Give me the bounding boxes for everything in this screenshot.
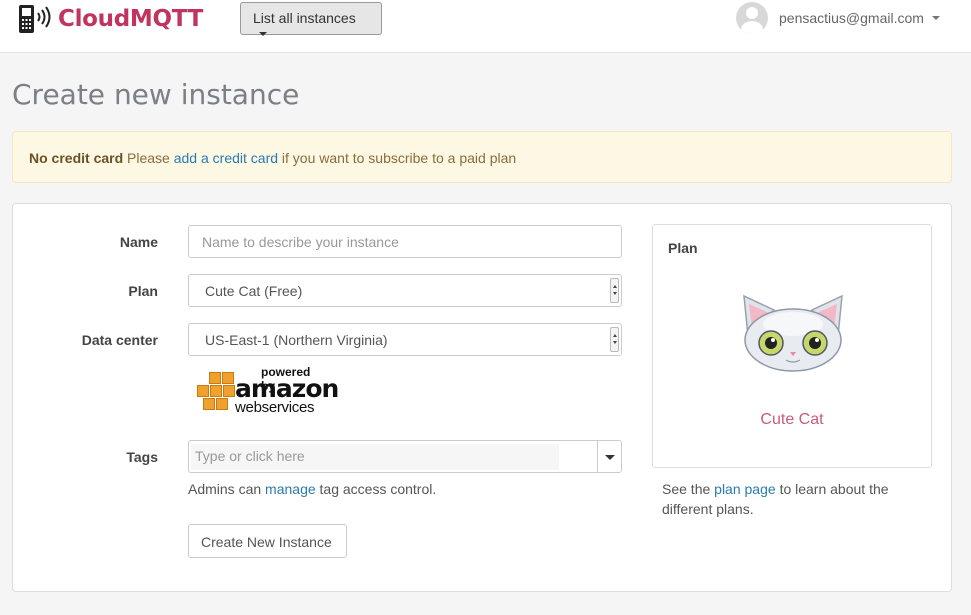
brand-name: CloudMQTT — [58, 6, 204, 32]
plan-select-value: Cute Cat (Free) — [205, 282, 303, 299]
caret-down-icon — [931, 16, 940, 20]
aws-cube-icon — [203, 398, 215, 410]
plan-select[interactable]: Cute Cat (Free) — [188, 274, 622, 307]
tags-dropdown-icon[interactable] — [605, 455, 615, 460]
aws-cube-icon — [210, 385, 222, 397]
tags-label: Tags — [126, 449, 158, 465]
aws-cube-icon — [197, 385, 209, 397]
datacenter-select[interactable]: US-East-1 (Northern Virginia) — [188, 323, 622, 356]
user-email: pensactius@gmail.com — [779, 10, 924, 26]
name-input[interactable] — [202, 233, 608, 250]
alert-text-after: if you want to subscribe to a paid plan — [281, 150, 517, 166]
datacenter-label: Data center — [81, 332, 158, 348]
datacenter-select-value: US-East-1 (Northern Virginia) — [205, 331, 388, 348]
create-new-instance-button[interactable]: Create New Instance — [188, 524, 347, 558]
cute-cat-plan-icon — [743, 294, 843, 372]
top-navbar: CloudMQTT List all instances pensactius@… — [0, 0, 971, 53]
aws-cube-icon — [222, 372, 234, 384]
plan-page-link[interactable]: plan page — [714, 481, 776, 497]
powered-by-aws-logo: powered by amazon webservices — [197, 364, 339, 418]
alert-strong: No credit card — [29, 150, 124, 166]
phone-signal-logo-icon — [19, 5, 51, 33]
manage-tags-link[interactable]: manage — [265, 481, 316, 497]
tags-help-after: tag access control. — [319, 481, 437, 497]
list-instances-label: List all instances — [253, 10, 356, 26]
aws-webservices: webservices — [235, 399, 315, 416]
no-credit-card-alert: No credit card Please add a credit card … — [12, 131, 952, 183]
select-arrows-icon — [610, 327, 619, 352]
add-credit-card-link[interactable]: add a credit card — [174, 150, 278, 166]
tags-help-text: Admins can manage tag access control. — [188, 481, 436, 497]
aws-cube-icon — [223, 385, 235, 397]
list-instances-button[interactable]: List all instances — [240, 2, 382, 37]
plan-help-text: See the plan page to learn about the dif… — [662, 479, 922, 519]
select-arrows-icon — [610, 278, 619, 303]
plan-preview-box: Plan Cute Cat — [652, 224, 932, 468]
user-menu[interactable]: pensactius@gmail.com — [736, 2, 940, 34]
plan-name: Cute Cat — [760, 411, 824, 428]
alert-text-before: Please — [127, 150, 170, 166]
aws-cube-icon — [209, 372, 221, 384]
tags-divider — [597, 441, 598, 472]
plan-help-before: See the — [662, 481, 711, 497]
tags-input[interactable]: Type or click here — [191, 444, 559, 470]
plan-label: Plan — [128, 283, 158, 299]
page-title: Create new instance — [12, 78, 300, 111]
brand[interactable]: CloudMQTT — [18, 4, 203, 34]
name-field-wrapper — [188, 225, 622, 258]
plan-box-title: Plan — [668, 240, 698, 256]
tags-help-before: Admins can — [188, 481, 262, 497]
aws-cube-icon — [216, 398, 228, 410]
name-label: Name — [119, 234, 158, 250]
avatar — [736, 2, 768, 34]
create-instance-panel: Name Plan Cute Cat (Free) Data center US… — [12, 203, 952, 592]
caret-down-icon — [259, 32, 267, 37]
tags-field[interactable]: Type or click here — [188, 440, 622, 473]
